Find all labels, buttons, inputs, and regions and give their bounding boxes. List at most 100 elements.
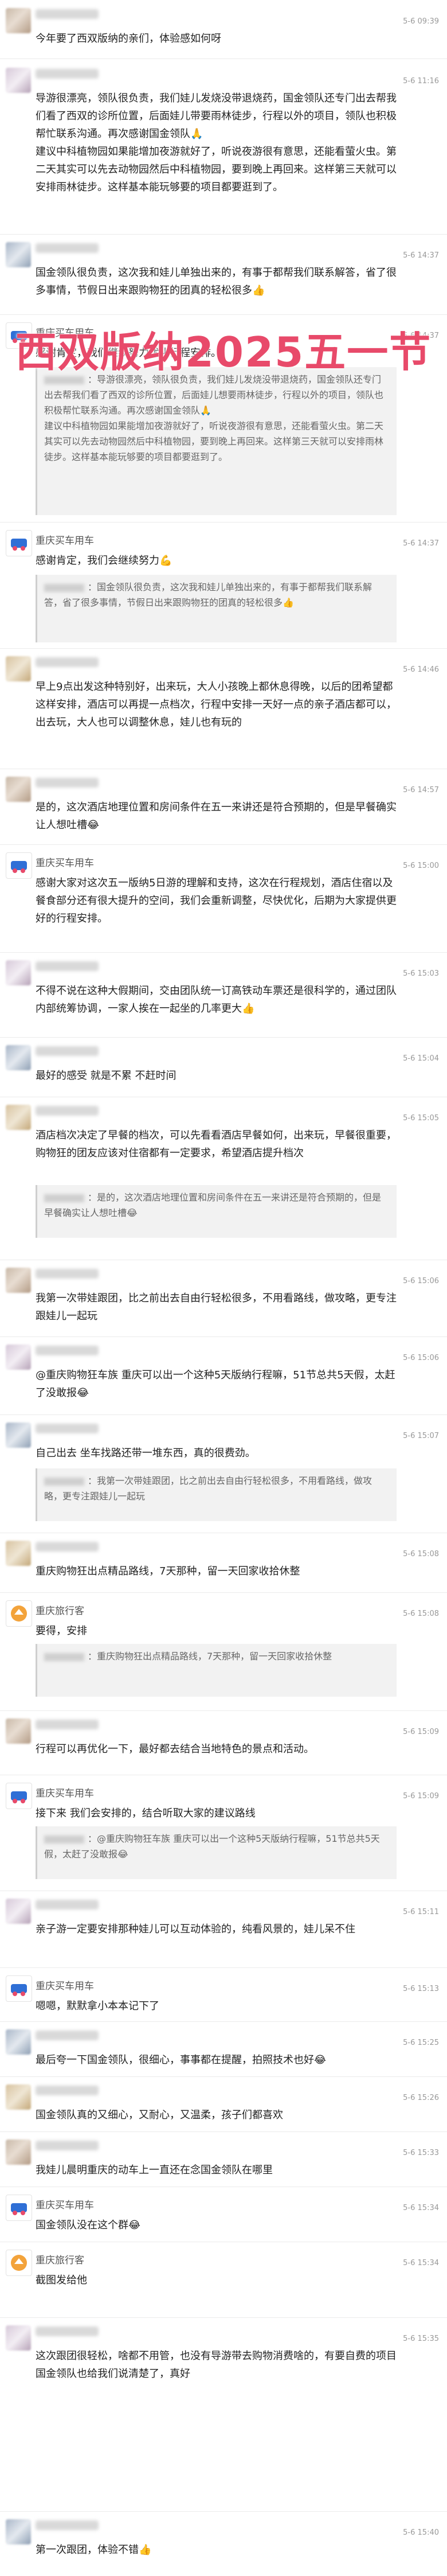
avatar[interactable] [6, 2325, 31, 2351]
comment-text: 不得不说在这种大假期间，交由团队统一订高铁动车票还是很科学的，通过团队内部统筹协… [36, 985, 397, 1015]
avatar[interactable] [6, 1105, 31, 1130]
avatar[interactable] [6, 656, 31, 681]
divider [0, 1336, 447, 1337]
timestamp: 5-6 15:26 [403, 2094, 439, 2102]
avatar[interactable] [6, 1975, 32, 2002]
divider [0, 234, 447, 235]
username[interactable] [36, 9, 99, 19]
timestamp: 5-6 15:40 [403, 2528, 439, 2537]
comment-text: 国金领队没在这个群😂 [36, 2219, 141, 2231]
comment-text: 自己出去 坐车找路还带一堆东西，真的很费劲。 [36, 1447, 256, 1459]
avatar[interactable] [6, 777, 31, 802]
quoted-username [44, 1835, 84, 1844]
timestamp: 5-6 14:57 [403, 786, 439, 794]
timestamp: 5-6 15:25 [403, 2039, 439, 2047]
username[interactable]: 重庆买车用车 [36, 2197, 94, 2211]
quoted-comment: ：国金领队很负责，这次我和娃儿单独出来的，有事于都帮我们联系解答，省了很多事情，… [36, 575, 397, 642]
username[interactable]: 重庆买车用车 [36, 855, 94, 869]
avatar[interactable] [6, 1541, 31, 1566]
comment-text: 接下来 我们会安排的，结合听取大家的建议路线 [36, 1807, 256, 1819]
avatar[interactable] [6, 1045, 31, 1070]
username[interactable] [36, 2520, 99, 2530]
comment-text: 这次跟团很轻松，啥都不用管，也没有导游带去购物消费啥的，有要自费的项目国金领队也… [36, 2350, 397, 2380]
divider [0, 1967, 447, 1968]
avatar[interactable] [6, 8, 31, 33]
username[interactable] [36, 1542, 99, 1552]
brand-logo-icon [11, 2203, 27, 2215]
timestamp: 5-6 15:35 [403, 2335, 439, 2343]
timestamp: 5-6 15:08 [403, 1550, 439, 1558]
avatar[interactable] [6, 1899, 31, 1924]
username[interactable] [36, 2326, 99, 2336]
username[interactable]: 重庆买车用车 [36, 532, 94, 547]
brand-logo-icon [11, 1791, 27, 1803]
avatar[interactable] [6, 2195, 32, 2221]
username[interactable] [36, 657, 99, 667]
avatar[interactable] [6, 1423, 31, 1448]
username[interactable] [36, 1900, 99, 1909]
divider [0, 1037, 447, 1038]
timestamp: 5-6 15:09 [403, 1728, 439, 1736]
divider [0, 1710, 447, 1711]
quoted-text: ：国金领队很负责，这次我和娃儿单独出来的，有事于都帮我们联系解答，省了很多事情，… [44, 582, 372, 608]
timestamp: 5-6 15:04 [403, 1054, 439, 1063]
avatar[interactable] [6, 1600, 32, 1627]
divider [0, 522, 447, 523]
username[interactable] [36, 243, 99, 253]
timestamp: 5-6 14:37 [403, 251, 439, 260]
brand-logo-icon [11, 1984, 27, 1996]
timestamp: 5-6 15:07 [403, 1432, 439, 1440]
username[interactable] [36, 1046, 99, 1056]
timestamp: 5-6 15:33 [403, 2149, 439, 2157]
avatar[interactable] [6, 2029, 31, 2055]
brand-logo-icon [11, 2255, 27, 2271]
avatar[interactable] [6, 852, 32, 879]
username[interactable] [36, 1106, 99, 1116]
avatar[interactable] [6, 1344, 31, 1370]
quoted-comment: ：重庆购物狂出点精品路线，7天那种，留一天回家收拾休整 [36, 1644, 397, 1697]
comment-text: 早上9点出发这种特别好，出来玩，大人小孩晚上都休息得晚，以后的团希望都这样安排，… [36, 681, 397, 728]
avatar[interactable] [6, 2519, 31, 2544]
avatar[interactable] [6, 2139, 31, 2165]
timestamp: 5-6 15:09 [403, 1792, 439, 1801]
username[interactable]: 重庆买车用车 [36, 1785, 94, 1799]
username[interactable] [36, 1720, 99, 1729]
username[interactable] [36, 2031, 99, 2040]
brand-logo-icon [11, 539, 27, 551]
quoted-text: ：重庆购物狂出点精品路线，7天那种，留一天回家收拾休整 [88, 1651, 332, 1662]
timestamp: 5-6 15:06 [403, 1354, 439, 1362]
username[interactable]: 重庆旅行客 [36, 2252, 84, 2266]
avatar[interactable] [6, 242, 31, 267]
timestamp: 5-6 15:05 [403, 1114, 439, 1123]
avatar[interactable] [6, 68, 31, 93]
username[interactable] [36, 778, 99, 788]
avatar[interactable] [6, 530, 32, 556]
username[interactable] [36, 2086, 99, 2095]
timestamp: 5-6 14:37 [403, 539, 439, 548]
username[interactable] [36, 1269, 99, 1279]
divider [0, 2131, 447, 2132]
quoted-text: ：@重庆购物狂车族 重庆可以出一个这种5天版纳行程嘛，51节总共5天假，太赶了没… [44, 1833, 380, 1860]
comment-text: 重庆购物狂出点精品路线，7天那种，留一天回家收拾休整 [36, 1565, 300, 1577]
comment-text: 感谢大家对这次五一版纳5日游的理解和支持，这次在行程规划，酒店住宿以及餐食部分还… [36, 877, 397, 925]
avatar[interactable] [6, 1268, 31, 1293]
avatar[interactable] [6, 2084, 31, 2110]
username[interactable]: 重庆买车用车 [36, 1978, 94, 1992]
avatar[interactable] [6, 960, 31, 985]
avatar[interactable] [6, 2250, 32, 2276]
divider [0, 314, 447, 315]
username[interactable]: 重庆旅行客 [36, 1603, 84, 1617]
username[interactable] [36, 69, 99, 79]
username[interactable] [36, 961, 99, 971]
avatar[interactable] [6, 1718, 31, 1744]
overlay-title: 西双版纳2025五一节 [15, 328, 432, 376]
quoted-comment: ：@重庆购物狂车族 重庆可以出一个这种5天版纳行程嘛，51节总共5天假，太赶了没… [36, 1826, 397, 1879]
brand-logo-icon [11, 1605, 27, 1622]
timestamp: 5-6 15:00 [403, 862, 439, 870]
quoted-username [44, 1653, 84, 1661]
username[interactable] [36, 1424, 99, 1433]
avatar[interactable] [6, 1783, 32, 1809]
comment-text: 亲子游一定要安排那种娃儿可以互动体验的，纯看风景的，娃儿呆不住 [36, 1923, 355, 1935]
username[interactable] [36, 2141, 99, 2150]
username[interactable] [36, 1346, 99, 1355]
